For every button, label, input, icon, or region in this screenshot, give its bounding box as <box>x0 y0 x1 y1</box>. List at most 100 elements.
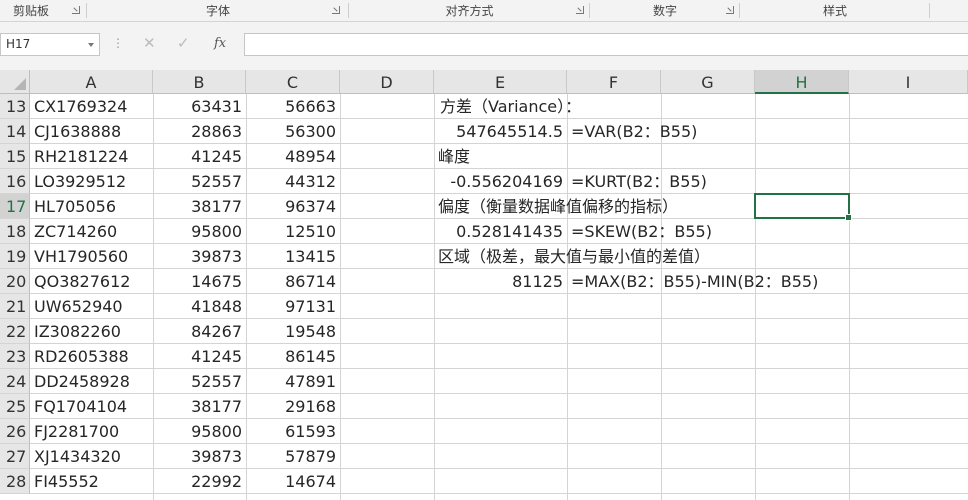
chevron-down-icon[interactable] <box>88 43 94 47</box>
cell-b13[interactable]: 63431 <box>153 94 242 119</box>
alignment-dialog-launcher-icon[interactable] <box>576 6 584 14</box>
cell-a28[interactable]: FI45552 <box>34 469 99 494</box>
cell-b22[interactable]: 84267 <box>153 319 242 344</box>
cell-b14[interactable]: 28863 <box>153 119 242 144</box>
select-all-button[interactable] <box>0 70 30 94</box>
range-value[interactable]: 81125 <box>434 269 563 294</box>
cell-b18[interactable]: 95800 <box>153 219 242 244</box>
column-header-g[interactable]: G <box>661 70 755 94</box>
row-header-21[interactable]: 21 <box>0 294 30 319</box>
number-dialog-launcher-icon[interactable] <box>726 6 734 14</box>
formula-input[interactable] <box>244 33 968 56</box>
cell-b24[interactable]: 52557 <box>153 369 242 394</box>
cell-a17[interactable]: HL705056 <box>34 194 116 219</box>
variance-value[interactable]: 547645514.5 <box>434 119 563 144</box>
column-header-a[interactable]: A <box>30 70 153 94</box>
cell-b20[interactable]: 14675 <box>153 269 242 294</box>
cell-c16[interactable]: 44312 <box>246 169 336 194</box>
column-header-f[interactable]: F <box>567 70 661 94</box>
cell-c17[interactable]: 96374 <box>246 194 336 219</box>
cell-a22[interactable]: IZ3082260 <box>34 319 121 344</box>
skew-label[interactable]: 偏度（衡量数据峰值偏移的指标） <box>438 194 678 219</box>
skew-formula[interactable]: =SKEW(B2：B55) <box>571 219 712 244</box>
cell-a15[interactable]: RH2181224 <box>34 144 128 169</box>
row-header-20[interactable]: 20 <box>0 269 30 294</box>
cell-b23[interactable]: 41245 <box>153 344 242 369</box>
cell-a13[interactable]: CX1769324 <box>34 94 127 119</box>
kurtosis-value[interactable]: -0.556204169 <box>434 169 563 194</box>
cell-c14[interactable]: 56300 <box>246 119 336 144</box>
cell-a23[interactable]: RD2605388 <box>34 344 129 369</box>
row-header-24[interactable]: 24 <box>0 369 30 394</box>
cell-a19[interactable]: VH1790560 <box>34 244 128 269</box>
worksheet-grid[interactable]: A B C D E F G H I 13 CX1769324 63431 56663 1… <box>0 70 968 500</box>
clipboard-dialog-launcher-icon[interactable] <box>72 6 80 14</box>
column-header-b[interactable]: B <box>153 70 246 94</box>
row-header-27[interactable]: 27 <box>0 444 30 469</box>
row-header-26[interactable]: 26 <box>0 419 30 444</box>
cell-c23[interactable]: 86145 <box>246 344 336 369</box>
cell-c19[interactable]: 13415 <box>246 244 336 269</box>
cell-b28[interactable]: 22992 <box>153 469 242 494</box>
cell-a25[interactable]: FQ1704104 <box>34 394 127 419</box>
cell-c28[interactable]: 14674 <box>246 469 336 494</box>
cell-a18[interactable]: ZC714260 <box>34 219 117 244</box>
cell-b17[interactable]: 38177 <box>153 194 242 219</box>
row-header-23[interactable]: 23 <box>0 344 30 369</box>
cell-b21[interactable]: 41848 <box>153 294 242 319</box>
column-header-h[interactable]: H <box>755 70 849 94</box>
ribbon-group-number: 数字 <box>590 0 740 21</box>
row-header-22[interactable]: 22 <box>0 319 30 344</box>
cell-c18[interactable]: 12510 <box>246 219 336 244</box>
row-header-14[interactable]: 14 <box>0 119 30 144</box>
row-header-13[interactable]: 13 <box>0 94 30 119</box>
row-header-17[interactable]: 17 <box>0 194 30 219</box>
cell-c21[interactable]: 97131 <box>246 294 336 319</box>
font-dialog-launcher-icon[interactable] <box>332 6 340 14</box>
cancel-icon[interactable]: ✕ <box>143 34 156 52</box>
cell-c27[interactable]: 57879 <box>246 444 336 469</box>
variance-formula[interactable]: =VAR(B2：B55) <box>571 119 697 144</box>
row-header-18[interactable]: 18 <box>0 219 30 244</box>
cell-c25[interactable]: 29168 <box>246 394 336 419</box>
kurtosis-label[interactable]: 峰度 <box>438 144 470 169</box>
column-header-i[interactable]: I <box>849 70 968 94</box>
row-header-28[interactable]: 28 <box>0 469 30 494</box>
column-header-e[interactable]: E <box>434 70 567 94</box>
range-label[interactable]: 区域（极差，最大值与最小值的差值） <box>438 244 710 269</box>
cell-c13[interactable]: 56663 <box>246 94 336 119</box>
kurtosis-formula[interactable]: =KURT(B2：B55) <box>571 169 707 194</box>
cell-a26[interactable]: FJ2281700 <box>34 419 119 444</box>
column-header-d[interactable]: D <box>340 70 434 94</box>
variance-label[interactable]: 方差（Variance）： <box>440 94 581 119</box>
row-header-15[interactable]: 15 <box>0 144 30 169</box>
cell-c26[interactable]: 61593 <box>246 419 336 444</box>
row-header-16[interactable]: 16 <box>0 169 30 194</box>
cell-b15[interactable]: 41245 <box>153 144 242 169</box>
range-formula[interactable]: =MAX(B2：B55)-MIN(B2：B55) <box>571 269 818 294</box>
cell-a20[interactable]: QO3827612 <box>34 269 130 294</box>
cell-a16[interactable]: LO3929512 <box>34 169 126 194</box>
cell-b27[interactable]: 39873 <box>153 444 242 469</box>
cell-c24[interactable]: 47891 <box>246 369 336 394</box>
cell-a24[interactable]: DD2458928 <box>34 369 130 394</box>
cell-c22[interactable]: 19548 <box>246 319 336 344</box>
cell-c15[interactable]: 48954 <box>246 144 336 169</box>
row-header-25[interactable]: 25 <box>0 394 30 419</box>
more-options-icon[interactable]: ⋮ <box>112 36 124 50</box>
cell-a21[interactable]: UW652940 <box>34 294 123 319</box>
cell-b16[interactable]: 52557 <box>153 169 242 194</box>
row-header-19[interactable]: 19 <box>0 244 30 269</box>
name-box[interactable]: H17 <box>0 33 100 56</box>
skew-value[interactable]: 0.528141435 <box>434 219 563 244</box>
cell-b19[interactable]: 39873 <box>153 244 242 269</box>
cell-b26[interactable]: 95800 <box>153 419 242 444</box>
cell-b25[interactable]: 38177 <box>153 394 242 419</box>
enter-icon[interactable]: ✓ <box>177 34 190 52</box>
active-cell-h17[interactable] <box>754 193 852 221</box>
cell-a14[interactable]: CJ1638888 <box>34 119 121 144</box>
cell-c20[interactable]: 86714 <box>246 269 336 294</box>
insert-function-icon[interactable]: fx <box>214 36 226 51</box>
column-header-c[interactable]: C <box>246 70 340 94</box>
cell-a27[interactable]: XJ1434320 <box>34 444 121 469</box>
